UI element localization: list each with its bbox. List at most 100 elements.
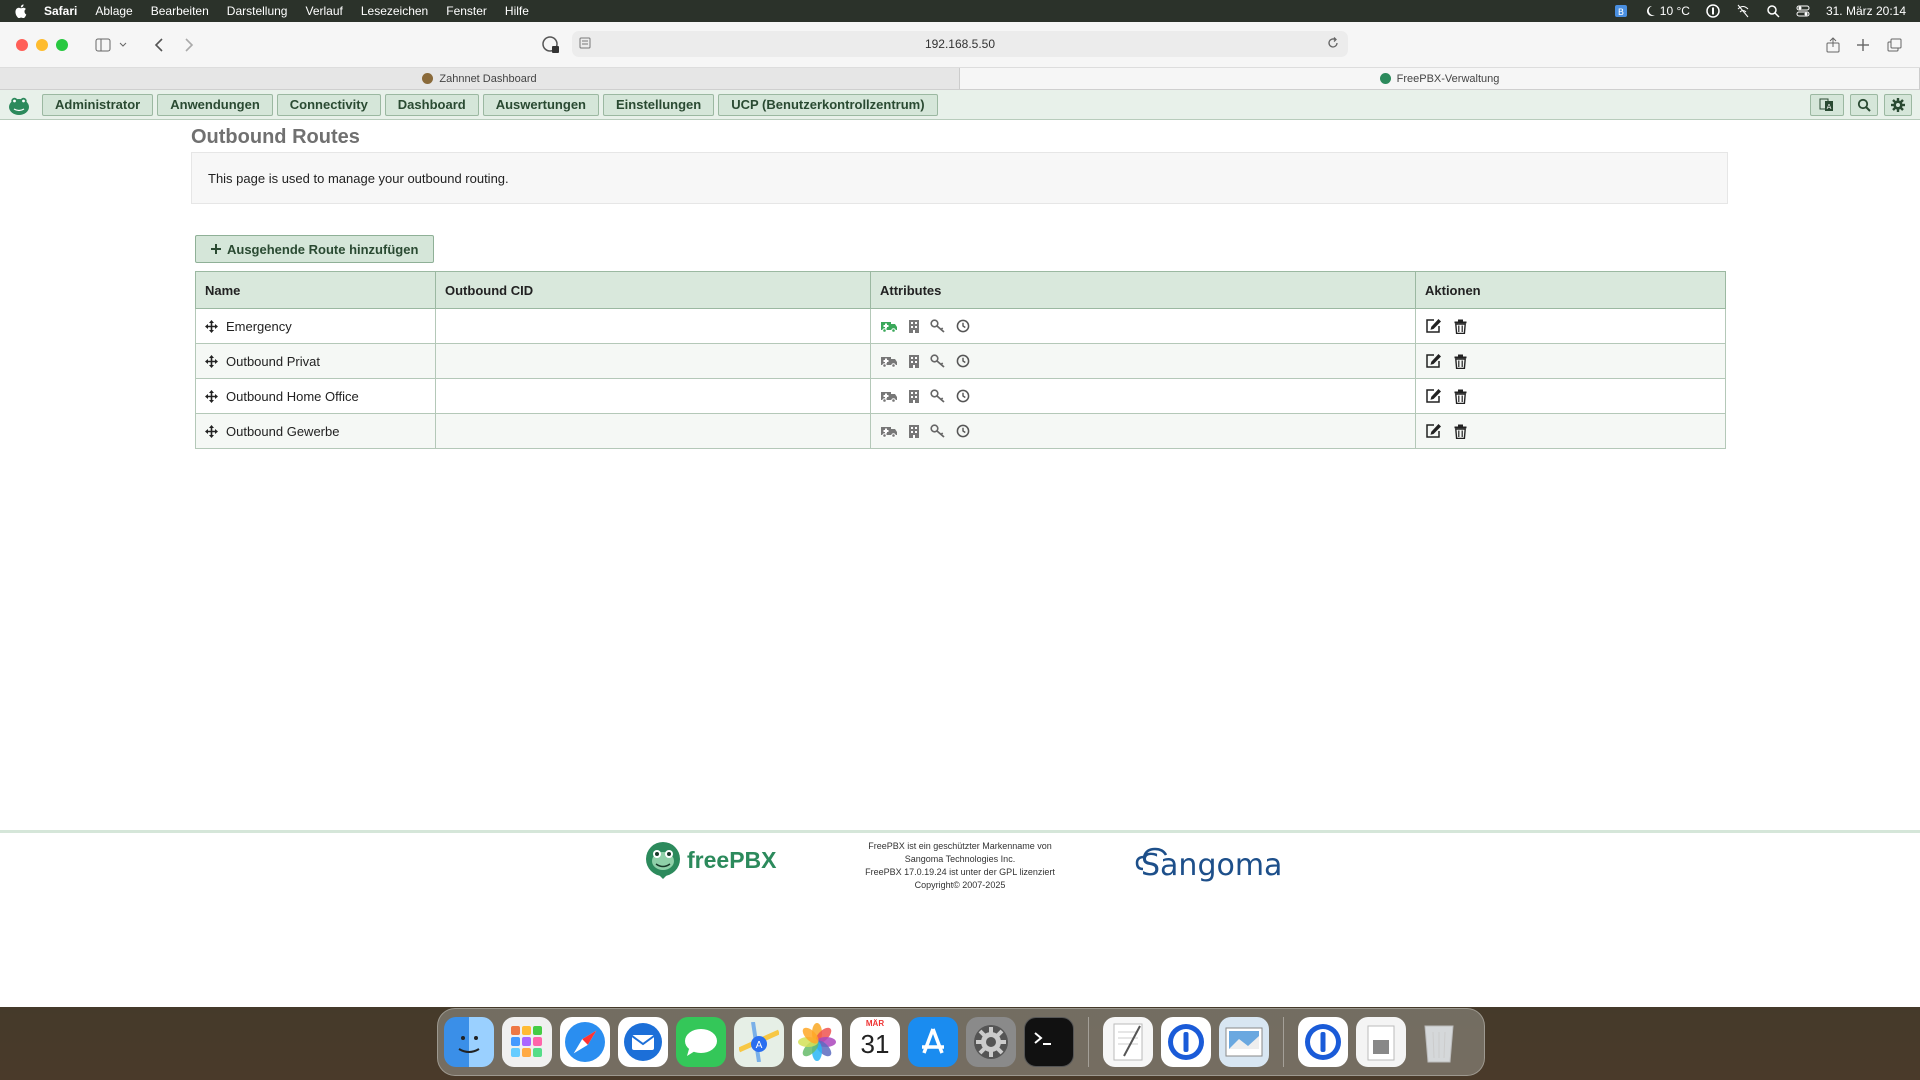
address-text[interactable]: 192.168.5.50 [925, 37, 995, 51]
col-header-attributes: Attributes [870, 271, 1416, 309]
tab-overview-button[interactable] [1882, 32, 1908, 58]
menu-app-safari[interactable]: Safari [44, 4, 77, 18]
wifi-off-icon[interactable] [1736, 4, 1750, 18]
delete-route-button[interactable] [1454, 424, 1467, 439]
menu-bearbeiten[interactable]: Bearbeiten [151, 4, 209, 18]
launchpad-grid-icon [511, 1026, 542, 1057]
zoom-window-button[interactable] [56, 38, 68, 51]
share-icon [1826, 37, 1840, 53]
menu-lesezeichen[interactable]: Lesezeichen [361, 4, 428, 18]
dock-thunderbird[interactable] [618, 1017, 668, 1067]
dock-messages[interactable] [676, 1017, 726, 1067]
edit-route-button[interactable] [1425, 318, 1442, 334]
time-condition-clock-icon [956, 354, 970, 368]
drag-move-icon[interactable] [205, 389, 218, 403]
new-tab-button[interactable] [1850, 32, 1876, 58]
dock-trash[interactable] [1414, 1017, 1464, 1067]
control-center-icon[interactable] [1796, 4, 1810, 18]
settings-button[interactable] [1884, 94, 1912, 116]
dock-app-store[interactable] [908, 1017, 958, 1067]
menu-fenster[interactable]: Fenster [446, 4, 487, 18]
col-header-name[interactable]: Name [195, 271, 436, 309]
drag-move-icon[interactable] [205, 424, 218, 438]
tab-freepbx-verwaltung[interactable]: FreePBX-Verwaltung [960, 68, 1920, 89]
dock-terminal[interactable] [1024, 1017, 1074, 1067]
weather-temp: 10 °C [1659, 4, 1690, 18]
apple-icon[interactable] [14, 4, 28, 18]
search-icon [1857, 98, 1871, 112]
nav-ucp[interactable]: UCP (Benutzerkontrollzentrum) [718, 93, 938, 116]
add-route-label: Ausgehende Route hinzufügen [227, 241, 419, 257]
sidebar-toggle-button[interactable] [90, 32, 116, 58]
delete-route-button[interactable] [1454, 389, 1467, 404]
dock-downloads[interactable] [1356, 1017, 1406, 1067]
edit-route-button[interactable] [1425, 423, 1442, 439]
bitwarden-menubar-icon[interactable]: B [1614, 4, 1628, 18]
menu-verlauf[interactable]: Verlauf [305, 4, 342, 18]
dock-photos[interactable] [792, 1017, 842, 1067]
outbound-routes-table: Name Outbound CID Attributes Aktionen Em… [195, 271, 1726, 449]
weather-status[interactable]: 10 °C [1644, 4, 1690, 18]
dock-preview[interactable] [1219, 1017, 1269, 1067]
dock-1password[interactable] [1161, 1017, 1211, 1067]
tab-zahnnet-dashboard[interactable]: Zahnnet Dashboard [0, 68, 960, 89]
drag-move-icon[interactable] [205, 319, 218, 333]
back-button[interactable] [146, 32, 172, 58]
spotlight-search-icon[interactable] [1766, 4, 1780, 18]
forward-button[interactable] [176, 32, 202, 58]
dock-textedit[interactable] [1103, 1017, 1153, 1067]
nav-anwendungen[interactable]: Anwendungen [157, 93, 273, 116]
sangoma-logo[interactable]: Sangoma [1133, 837, 1293, 893]
edit-route-button[interactable] [1425, 388, 1442, 404]
col-header-outbound-cid[interactable]: Outbound CID [435, 271, 871, 309]
nav-dashboard[interactable]: Dashboard [384, 93, 479, 116]
window-controls [16, 38, 68, 51]
delete-route-button[interactable] [1454, 319, 1467, 334]
nav-einstellungen[interactable]: Einstellungen [603, 93, 715, 116]
route-password-key-icon [930, 354, 945, 368]
privacy-report-icon[interactable] [542, 36, 560, 57]
menubar-clock[interactable]: 31. März 20:14 [1826, 4, 1906, 18]
edit-route-button[interactable] [1425, 353, 1442, 369]
route-name: Outbound Privat [226, 353, 320, 369]
delete-trash-icon [1454, 389, 1467, 404]
address-bar[interactable]: 192.168.5.50 [572, 31, 1348, 57]
legal-line: FreePBX ist ein geschützter Markenname v… [868, 841, 1052, 851]
route-actions-cell [1415, 378, 1726, 414]
delete-route-button[interactable] [1454, 354, 1467, 369]
add-outbound-route-button[interactable]: Ausgehende Route hinzufügen [195, 235, 435, 263]
page-menu-icon[interactable] [578, 36, 592, 53]
dock-finder[interactable] [444, 1017, 494, 1067]
drag-move-icon[interactable] [205, 354, 218, 368]
macos-dock: A MÄR 31 [437, 1008, 1485, 1076]
svg-text:A: A [756, 1040, 763, 1051]
menu-darstellung[interactable]: Darstellung [227, 4, 288, 18]
dock-system-settings[interactable] [966, 1017, 1016, 1067]
route-name-cell: Outbound Gewerbe [195, 413, 436, 449]
language-button[interactable]: A [1810, 94, 1844, 116]
freepbx-frog-logo-icon[interactable] [8, 94, 30, 116]
dock-safari[interactable] [560, 1017, 610, 1067]
nav-auswertungen[interactable]: Auswertungen [482, 93, 599, 116]
dock-calendar[interactable]: MÄR 31 [850, 1017, 900, 1067]
reload-icon[interactable] [1326, 36, 1340, 53]
dock-separator [1283, 1017, 1284, 1067]
dock-maps[interactable]: A [734, 1017, 784, 1067]
search-button[interactable] [1850, 94, 1878, 116]
close-window-button[interactable] [16, 38, 28, 51]
freepbx-footer-logo[interactable]: freePBX [645, 841, 776, 879]
dock-1password-download[interactable] [1298, 1017, 1348, 1067]
share-button[interactable] [1820, 32, 1846, 58]
sidebar-menu-chevron[interactable] [116, 32, 130, 58]
trash-icon [1424, 1025, 1454, 1063]
intra-company-route-icon [909, 424, 919, 438]
page-content: Outbound Routes This page is used to man… [0, 121, 1920, 931]
nav-connectivity[interactable]: Connectivity [276, 93, 381, 116]
menu-ablage[interactable]: Ablage [95, 4, 132, 18]
dock-launchpad[interactable] [502, 1017, 552, 1067]
nav-administrator[interactable]: Administrator [42, 93, 154, 116]
onepassword-menubar-icon[interactable] [1706, 4, 1720, 18]
route-name: Outbound Home Office [226, 388, 359, 404]
minimize-window-button[interactable] [36, 38, 48, 51]
menu-hilfe[interactable]: Hilfe [505, 4, 529, 18]
